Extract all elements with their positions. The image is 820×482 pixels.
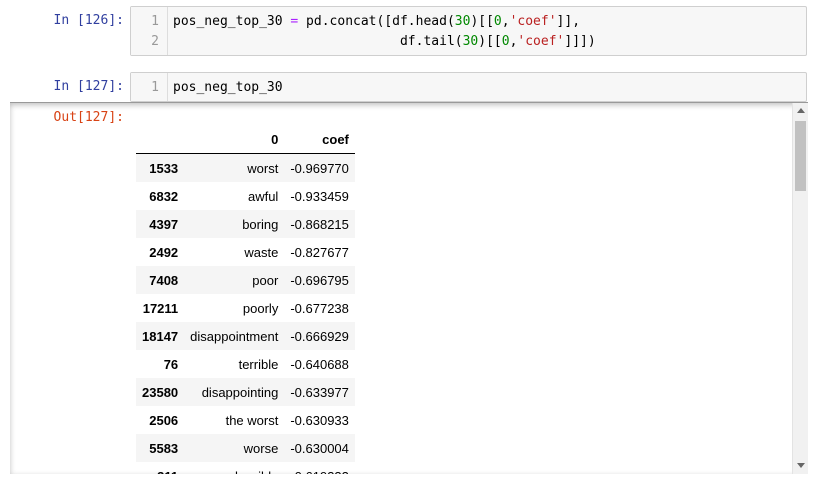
table-row: 1533 worst -0.969770 — [136, 153, 355, 182]
output-area[interactable]: 0 coef 1533 worst -0.969770 6832 awful -0.933… — [10, 102, 808, 474]
table-row: 2492 waste -0.827677 — [136, 238, 355, 266]
code-punct: ]], — [556, 14, 581, 29]
coef-cell: -0.677238 — [290, 300, 349, 316]
coef-cell: -0.666929 — [290, 328, 349, 344]
code-punct: )[[ — [470, 14, 494, 29]
code-string: 'coef' — [517, 34, 565, 49]
row-index: 311 — [136, 462, 184, 475]
code-cell-127[interactable]: 1 pos_neg_top_30 — [130, 72, 807, 102]
coef-cell: -0.630933 — [290, 412, 349, 428]
word-cell: waste — [244, 244, 279, 260]
table-row: 4397 boring -0.868215 — [136, 210, 355, 238]
table-row: 5583 worse -0.630004 — [136, 434, 355, 462]
table-row: 2506 the worst -0.630933 — [136, 406, 355, 434]
coef-cell: -0.633977 — [290, 384, 349, 400]
line-number: 1 — [151, 14, 159, 29]
code-call: pd.concat([df.head( — [298, 14, 455, 29]
vertical-scrollbar[interactable] — [792, 103, 808, 474]
code-punct: ]]]) — [564, 34, 596, 49]
row-index: 1533 — [149, 160, 179, 176]
table-row: 76 terrible -0.640688 — [136, 350, 355, 378]
coef-cell: -0.969770 — [290, 160, 349, 176]
table-row: 18147 disappointment -0.666929 — [136, 322, 355, 350]
word-cell: worse — [243, 440, 279, 456]
coef-cell: -0.630004 — [290, 440, 349, 456]
word-cell: the worst — [225, 412, 279, 428]
word-cell: awful — [247, 188, 279, 204]
dataframe-table: 0 coef 1533 worst -0.969770 6832 awful -0.933… — [136, 125, 355, 474]
table-header-row: 0 coef — [136, 125, 355, 154]
input-prompt-126: In [126]: — [53, 13, 124, 28]
row-index: 17211 — [142, 300, 179, 316]
code-punct: , — [501, 14, 510, 29]
table-row: 311horrible-0.619332 — [136, 462, 355, 475]
coef-cell: -0.619332 — [284, 462, 355, 475]
table-row: 23580 disappointing -0.633977 — [136, 378, 355, 406]
code-line-2: df.tail(30)[[0,'coef']]]) — [173, 34, 596, 49]
table-body: 1533 worst -0.969770 6832 awful -0.933459 4397… — [136, 153, 355, 475]
code-number: 30 — [462, 34, 479, 49]
row-index: 2492 — [149, 244, 179, 260]
scroll-up-arrow-icon[interactable] — [797, 108, 805, 113]
table-row: 6832 awful -0.933459 — [136, 182, 355, 210]
word-cell: poorly — [242, 300, 279, 316]
code-number: 30 — [454, 14, 471, 29]
index-header — [136, 125, 185, 154]
table-row: 17211 poorly -0.677238 — [136, 294, 355, 322]
row-index: 5583 — [149, 440, 179, 456]
column-header-coef: coef — [284, 125, 355, 154]
code-string: 'coef' — [509, 14, 557, 29]
word-cell: worst — [247, 160, 279, 176]
code-call: df.tail( — [399, 34, 463, 49]
coef-cell: -0.696795 — [290, 272, 349, 288]
input-prompt-127: In [127]: — [53, 79, 124, 94]
row-index: 4397 — [149, 216, 179, 232]
code-variable: pos_neg_top_30 — [173, 14, 291, 29]
row-index: 76 — [163, 356, 179, 372]
row-index: 23580 — [142, 384, 179, 400]
row-index: 7408 — [149, 272, 179, 288]
coef-cell: -0.827677 — [290, 244, 349, 260]
row-index: 18147 — [142, 328, 179, 344]
coef-cell: -0.933459 — [290, 188, 349, 204]
table-row: 7408 poor -0.696795 — [136, 266, 355, 294]
row-index: 2506 — [149, 412, 179, 428]
line-number-gutter: 1 — [131, 73, 168, 101]
code-punct: )[[ — [478, 34, 502, 49]
column-header-0: 0 — [184, 125, 285, 154]
code-line-1: pos_neg_top_30 = pd.concat([df.head(30)[… — [173, 14, 580, 29]
line-number: 2 — [151, 34, 159, 49]
line-number-gutter: 1 2 — [131, 7, 168, 55]
word-cell: disappointing — [201, 384, 279, 400]
scroll-thumb[interactable] — [795, 121, 806, 191]
line-number: 1 — [151, 80, 159, 95]
word-cell: boring — [242, 216, 279, 232]
word-cell: terrible — [238, 356, 279, 372]
word-cell: poor — [252, 272, 279, 288]
code-line-1: pos_neg_top_30 — [173, 80, 283, 95]
word-cell: disappointment — [190, 328, 279, 344]
code-cell-126[interactable]: 1 2 pos_neg_top_30 = pd.concat([df.head(… — [130, 6, 807, 56]
scroll-down-arrow-icon[interactable] — [797, 463, 805, 468]
coef-cell: -0.868215 — [290, 216, 349, 232]
code-number: 0 — [493, 14, 502, 29]
word-cell: horrible — [184, 462, 284, 475]
coef-cell: -0.640688 — [290, 356, 349, 372]
code-number: 0 — [501, 34, 510, 49]
row-index: 6832 — [149, 188, 179, 204]
